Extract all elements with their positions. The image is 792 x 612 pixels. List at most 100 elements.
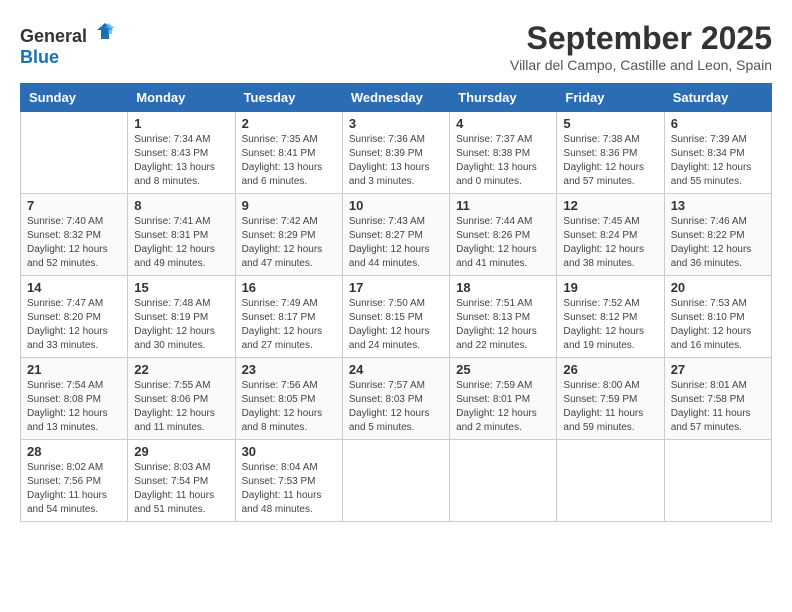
day-info: Sunrise: 7:50 AMSunset: 8:15 PMDaylight:… bbox=[349, 297, 443, 353]
title-block: September 2025 Villar del Campo, Castill… bbox=[510, 20, 772, 73]
day-number: 3 bbox=[349, 116, 443, 131]
day-info: Sunrise: 7:44 AMSunset: 8:26 PMDaylight:… bbox=[456, 215, 550, 271]
day-info: Sunrise: 7:48 AMSunset: 8:19 PMDaylight:… bbox=[134, 297, 228, 353]
day-info: Sunrise: 7:38 AMSunset: 8:36 PMDaylight:… bbox=[563, 133, 657, 189]
calendar-table: SundayMondayTuesdayWednesdayThursdayFrid… bbox=[20, 83, 772, 522]
day-info: Sunrise: 7:40 AMSunset: 8:32 PMDaylight:… bbox=[27, 215, 121, 271]
day-number: 28 bbox=[27, 444, 121, 459]
weekday-header-row: SundayMondayTuesdayWednesdayThursdayFrid… bbox=[21, 84, 772, 112]
calendar-cell: 7 Sunrise: 7:40 AMSunset: 8:32 PMDaylight… bbox=[21, 194, 128, 276]
day-number: 12 bbox=[563, 198, 657, 213]
day-info: Sunrise: 7:35 AMSunset: 8:41 PMDaylight:… bbox=[242, 133, 336, 189]
day-number: 6 bbox=[671, 116, 765, 131]
day-info: Sunrise: 7:52 AMSunset: 8:12 PMDaylight:… bbox=[563, 297, 657, 353]
calendar-cell: 27 Sunrise: 8:01 AMSunset: 7:58 PMDayligh… bbox=[664, 358, 771, 440]
day-number: 20 bbox=[671, 280, 765, 295]
calendar-cell: 10Sunrise: 7:43 AMSunset: 8:27 PMDayligh… bbox=[342, 194, 449, 276]
calendar-cell: 26Sunrise: 8:00 AMSunset: 7:59 PMDayligh… bbox=[557, 358, 664, 440]
calendar-cell bbox=[21, 112, 128, 194]
calendar-cell: 15 Sunrise: 7:48 AMSunset: 8:19 PMDayligh… bbox=[128, 276, 235, 358]
calendar-cell bbox=[557, 440, 664, 522]
day-number: 21 bbox=[27, 362, 121, 377]
day-info: Sunrise: 7:43 AMSunset: 8:27 PMDaylight:… bbox=[349, 215, 443, 271]
day-number: 29 bbox=[134, 444, 228, 459]
day-info: Sunrise: 7:54 AMSunset: 8:08 PMDaylight:… bbox=[27, 379, 121, 435]
weekday-header-monday: Monday bbox=[128, 84, 235, 112]
day-number: 17 bbox=[349, 280, 443, 295]
logo: General Blue bbox=[20, 20, 116, 68]
day-info: Sunrise: 7:42 AMSunset: 8:29 PMDaylight:… bbox=[242, 215, 336, 271]
calendar-cell: 14Sunrise: 7:47 AMSunset: 8:20 PMDayligh… bbox=[21, 276, 128, 358]
calendar-cell bbox=[664, 440, 771, 522]
day-info: Sunrise: 7:39 AMSunset: 8:34 PMDaylight:… bbox=[671, 133, 765, 189]
day-info: Sunrise: 7:37 AMSunset: 8:38 PMDaylight:… bbox=[456, 133, 550, 189]
day-number: 25 bbox=[456, 362, 550, 377]
logo-text: General Blue bbox=[20, 20, 116, 68]
day-number: 26 bbox=[563, 362, 657, 377]
day-number: 16 bbox=[242, 280, 336, 295]
calendar-cell: 25Sunrise: 7:59 AMSunset: 8:01 PMDayligh… bbox=[450, 358, 557, 440]
calendar-cell bbox=[450, 440, 557, 522]
day-info: Sunrise: 8:02 AMSunset: 7:56 PMDaylight:… bbox=[27, 461, 121, 517]
calendar-week-2: 7 Sunrise: 7:40 AMSunset: 8:32 PMDaylight… bbox=[21, 194, 772, 276]
day-info: Sunrise: 7:51 AMSunset: 8:13 PMDaylight:… bbox=[456, 297, 550, 353]
day-number: 27 bbox=[671, 362, 765, 377]
day-info: Sunrise: 8:04 AMSunset: 7:53 PMDaylight:… bbox=[242, 461, 336, 517]
day-info: Sunrise: 7:46 AMSunset: 8:22 PMDaylight:… bbox=[671, 215, 765, 271]
logo-icon bbox=[94, 20, 116, 42]
day-info: Sunrise: 7:36 AMSunset: 8:39 PMDaylight:… bbox=[349, 133, 443, 189]
calendar-cell: 8 Sunrise: 7:41 AMSunset: 8:31 PMDaylight… bbox=[128, 194, 235, 276]
day-info: Sunrise: 7:47 AMSunset: 8:20 PMDaylight:… bbox=[27, 297, 121, 353]
day-number: 13 bbox=[671, 198, 765, 213]
weekday-header-tuesday: Tuesday bbox=[235, 84, 342, 112]
weekday-header-wednesday: Wednesday bbox=[342, 84, 449, 112]
calendar-cell: 18Sunrise: 7:51 AMSunset: 8:13 PMDayligh… bbox=[450, 276, 557, 358]
location-subtitle: Villar del Campo, Castille and Leon, Spa… bbox=[510, 57, 772, 73]
calendar-cell: 2 Sunrise: 7:35 AMSunset: 8:41 PMDaylight… bbox=[235, 112, 342, 194]
calendar-cell bbox=[342, 440, 449, 522]
calendar-cell: 5 Sunrise: 7:38 AMSunset: 8:36 PMDaylight… bbox=[557, 112, 664, 194]
calendar-cell: 4 Sunrise: 7:37 AMSunset: 8:38 PMDaylight… bbox=[450, 112, 557, 194]
day-number: 8 bbox=[134, 198, 228, 213]
day-number: 11 bbox=[456, 198, 550, 213]
day-info: Sunrise: 8:01 AMSunset: 7:58 PMDaylight:… bbox=[671, 379, 765, 435]
calendar-cell: 29 Sunrise: 8:03 AMSunset: 7:54 PMDayligh… bbox=[128, 440, 235, 522]
calendar-cell: 21 Sunrise: 7:54 AMSunset: 8:08 PMDayligh… bbox=[21, 358, 128, 440]
calendar-cell: 16Sunrise: 7:49 AMSunset: 8:17 PMDayligh… bbox=[235, 276, 342, 358]
calendar-cell: 28 Sunrise: 8:02 AMSunset: 7:56 PMDayligh… bbox=[21, 440, 128, 522]
day-info: Sunrise: 7:41 AMSunset: 8:31 PMDaylight:… bbox=[134, 215, 228, 271]
calendar-cell: 3 Sunrise: 7:36 AMSunset: 8:39 PMDaylight… bbox=[342, 112, 449, 194]
calendar-cell: 11 Sunrise: 7:44 AMSunset: 8:26 PMDayligh… bbox=[450, 194, 557, 276]
day-number: 7 bbox=[27, 198, 121, 213]
calendar-cell: 19 Sunrise: 7:52 AMSunset: 8:12 PMDayligh… bbox=[557, 276, 664, 358]
calendar-cell: 23 Sunrise: 7:56 AMSunset: 8:05 PMDayligh… bbox=[235, 358, 342, 440]
day-number: 2 bbox=[242, 116, 336, 131]
weekday-header-sunday: Sunday bbox=[21, 84, 128, 112]
day-number: 5 bbox=[563, 116, 657, 131]
calendar-week-5: 28 Sunrise: 8:02 AMSunset: 7:56 PMDayligh… bbox=[21, 440, 772, 522]
weekday-header-saturday: Saturday bbox=[664, 84, 771, 112]
day-number: 22 bbox=[134, 362, 228, 377]
day-info: Sunrise: 7:55 AMSunset: 8:06 PMDaylight:… bbox=[134, 379, 228, 435]
day-number: 23 bbox=[242, 362, 336, 377]
day-number: 4 bbox=[456, 116, 550, 131]
calendar-cell: 13 Sunrise: 7:46 AMSunset: 8:22 PMDayligh… bbox=[664, 194, 771, 276]
calendar-week-1: 1Sunrise: 7:34 AMSunset: 8:43 PMDaylight… bbox=[21, 112, 772, 194]
day-number: 9 bbox=[242, 198, 336, 213]
day-info: Sunrise: 8:03 AMSunset: 7:54 PMDaylight:… bbox=[134, 461, 228, 517]
calendar-cell: 6 Sunrise: 7:39 AMSunset: 8:34 PMDaylight… bbox=[664, 112, 771, 194]
day-number: 15 bbox=[134, 280, 228, 295]
calendar-week-4: 21 Sunrise: 7:54 AMSunset: 8:08 PMDayligh… bbox=[21, 358, 772, 440]
day-info: Sunrise: 7:56 AMSunset: 8:05 PMDaylight:… bbox=[242, 379, 336, 435]
weekday-header-thursday: Thursday bbox=[450, 84, 557, 112]
day-info: Sunrise: 7:57 AMSunset: 8:03 PMDaylight:… bbox=[349, 379, 443, 435]
day-number: 24 bbox=[349, 362, 443, 377]
calendar-cell: 17 Sunrise: 7:50 AMSunset: 8:15 PMDayligh… bbox=[342, 276, 449, 358]
day-number: 19 bbox=[563, 280, 657, 295]
day-info: Sunrise: 7:53 AMSunset: 8:10 PMDaylight:… bbox=[671, 297, 765, 353]
day-info: Sunrise: 7:34 AMSunset: 8:43 PMDaylight:… bbox=[134, 133, 228, 189]
calendar-cell: 1Sunrise: 7:34 AMSunset: 8:43 PMDaylight… bbox=[128, 112, 235, 194]
calendar-cell: 22 Sunrise: 7:55 AMSunset: 8:06 PMDayligh… bbox=[128, 358, 235, 440]
logo-blue: Blue bbox=[20, 47, 59, 67]
day-info: Sunrise: 7:45 AMSunset: 8:24 PMDaylight:… bbox=[563, 215, 657, 271]
